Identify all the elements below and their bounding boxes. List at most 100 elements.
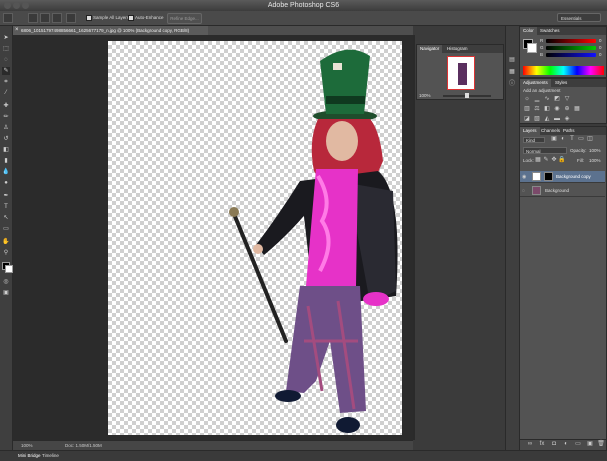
selective-color-icon[interactable]: ◈ — [563, 116, 571, 123]
threshold-icon[interactable]: ◭ — [543, 116, 551, 123]
tab-navigator[interactable]: Navigator — [417, 45, 443, 53]
crop-tool-icon[interactable]: ⌗ — [2, 78, 10, 86]
auto-enhance-checkbox[interactable] — [128, 15, 134, 21]
brush-tool-icon[interactable]: ✏ — [2, 113, 10, 121]
layer-visibility-eye-icon[interactable]: ◉ — [522, 174, 526, 180]
gradient-map-icon[interactable]: ▬ — [553, 116, 561, 123]
blue-channel-value[interactable]: 0 — [599, 52, 602, 57]
close-document-icon[interactable]: × — [15, 26, 19, 35]
opacity-value[interactable]: 100% — [589, 148, 601, 153]
history-panel-icon[interactable]: ▤ — [508, 56, 516, 64]
blur-tool-icon[interactable]: 💧 — [2, 168, 10, 176]
tab-paths[interactable]: Paths — [560, 127, 578, 135]
zoom-tool-icon[interactable]: ⚲ — [2, 249, 10, 257]
blue-channel-slider[interactable] — [546, 53, 596, 57]
brush-size-icon[interactable] — [66, 13, 76, 23]
quick-selection-preset-icon[interactable] — [3, 13, 13, 23]
marquee-tool-icon[interactable]: ⬚ — [2, 45, 10, 53]
tab-styles[interactable]: Styles — [552, 79, 570, 87]
info-panel-icon[interactable]: ⓘ — [508, 80, 516, 88]
red-channel-value[interactable]: 0 — [599, 38, 602, 43]
tab-color[interactable]: Color — [520, 27, 537, 35]
filter-smart-object-icon[interactable]: ◫ — [586, 136, 594, 143]
layer-name[interactable]: Background — [545, 188, 569, 193]
hue-saturation-icon[interactable]: ▥ — [523, 106, 531, 113]
black-white-icon[interactable]: ◧ — [543, 106, 551, 113]
hand-tool-icon[interactable]: ✋ — [2, 238, 10, 246]
blend-mode-select[interactable]: Normal — [523, 147, 567, 154]
navigator-zoom[interactable]: 100% — [419, 93, 431, 98]
sample-all-layers-checkbox[interactable] — [86, 15, 92, 21]
layer-row-background[interactable]: ◌ Background — [520, 185, 605, 197]
document-canvas[interactable] — [108, 41, 402, 435]
subtract-selection-icon[interactable] — [52, 13, 62, 23]
add-mask-icon[interactable]: ◘ — [550, 441, 558, 448]
navigator-preview[interactable] — [447, 56, 475, 90]
posterize-icon[interactable]: ▧ — [533, 116, 541, 123]
path-selection-icon[interactable]: ↖ — [2, 214, 10, 222]
vibrance-icon[interactable]: ▽ — [563, 96, 571, 103]
layer-row-background-copy[interactable]: ◉ Background copy — [520, 171, 605, 183]
tab-layers[interactable]: Layers — [520, 127, 540, 135]
navigator-zoom-handle[interactable] — [465, 93, 469, 98]
curves-icon[interactable]: ∿ — [543, 96, 551, 103]
green-channel-value[interactable]: 0 — [599, 45, 602, 50]
lock-all-icon[interactable]: 🔒 — [558, 157, 566, 164]
link-layers-icon[interactable]: ∞ — [526, 441, 534, 448]
eyedropper-tool-icon[interactable]: ⁄ — [2, 89, 10, 97]
channel-mixer-icon[interactable]: ⊕ — [563, 106, 571, 113]
new-adjustment-layer-icon[interactable]: ◐ — [562, 441, 570, 448]
tab-adjustments[interactable]: Adjustments — [520, 79, 551, 87]
tab-swatches[interactable]: Swatches — [537, 27, 563, 35]
tab-histogram[interactable]: Histogram — [444, 45, 471, 53]
green-channel-slider[interactable] — [546, 46, 596, 50]
document-tab[interactable]: × 6806_10151797498856661_1625677179_n.jp… — [13, 26, 208, 35]
move-tool-icon[interactable]: ➤ — [2, 34, 10, 42]
gradient-tool-icon[interactable]: ▮ — [2, 157, 10, 165]
filter-type-icon[interactable]: T — [568, 136, 576, 143]
layer-visibility-eye-icon[interactable]: ◌ — [522, 188, 525, 194]
type-tool-icon[interactable]: T — [2, 203, 10, 211]
quick-selection-tool-icon[interactable]: ✎ — [2, 67, 10, 75]
properties-panel-icon[interactable]: ▦ — [508, 68, 516, 76]
eraser-tool-icon[interactable]: ◧ — [2, 146, 10, 154]
lock-transparent-icon[interactable]: ▦ — [534, 157, 542, 164]
clone-stamp-icon[interactable]: ♙ — [2, 124, 10, 132]
shape-tool-icon[interactable]: ▭ — [2, 225, 10, 233]
healing-brush-icon[interactable]: ✚ — [2, 102, 10, 110]
color-spectrum-ramp[interactable] — [523, 66, 604, 75]
screen-mode-icon[interactable]: ▣ — [2, 289, 10, 297]
pen-tool-icon[interactable]: ✒ — [2, 192, 10, 200]
new-group-icon[interactable]: ▭ — [574, 441, 582, 448]
levels-icon[interactable]: ▁ — [533, 96, 541, 103]
brightness-contrast-icon[interactable]: ☼ — [523, 96, 531, 103]
invert-icon[interactable]: ◪ — [523, 116, 531, 123]
lock-image-icon[interactable]: ✎ — [542, 157, 550, 164]
layer-style-icon[interactable]: fx — [538, 441, 546, 448]
delete-layer-icon[interactable]: 🗑 — [597, 441, 605, 448]
filter-shape-icon[interactable]: ▭ — [577, 136, 585, 143]
background-color-swatch[interactable] — [5, 265, 13, 273]
color-lookup-icon[interactable]: ▦ — [573, 106, 581, 113]
layer-mask-thumbnail[interactable] — [544, 172, 553, 181]
workspace-switcher[interactable]: Essentials — [557, 13, 601, 22]
lasso-tool-icon[interactable]: ◌ — [2, 56, 10, 64]
new-layer-icon[interactable]: ▣ — [586, 441, 594, 448]
layer-name[interactable]: Background copy — [556, 174, 591, 179]
color-balance-icon[interactable]: ⚖ — [533, 106, 541, 113]
new-selection-icon[interactable] — [28, 13, 38, 23]
add-to-selection-icon[interactable] — [40, 13, 50, 23]
lock-position-icon[interactable]: ✥ — [550, 157, 558, 164]
fill-value[interactable]: 100% — [589, 158, 601, 163]
filter-adjustment-icon[interactable]: ◐ — [559, 136, 567, 143]
quick-mask-icon[interactable]: ◎ — [2, 278, 10, 286]
filter-pixel-icon[interactable]: ▣ — [550, 136, 558, 143]
color-background-swatch[interactable] — [527, 43, 537, 53]
red-channel-slider[interactable] — [546, 39, 596, 43]
photo-filter-icon[interactable]: ◉ — [553, 106, 561, 113]
refine-edge-button[interactable]: Refine Edge... — [167, 13, 202, 24]
dodge-tool-icon[interactable]: ● — [2, 179, 10, 187]
exposure-icon[interactable]: ◩ — [553, 96, 561, 103]
layer-filter-kind[interactable]: Kind — [523, 137, 545, 143]
history-brush-icon[interactable]: ↺ — [2, 135, 10, 143]
